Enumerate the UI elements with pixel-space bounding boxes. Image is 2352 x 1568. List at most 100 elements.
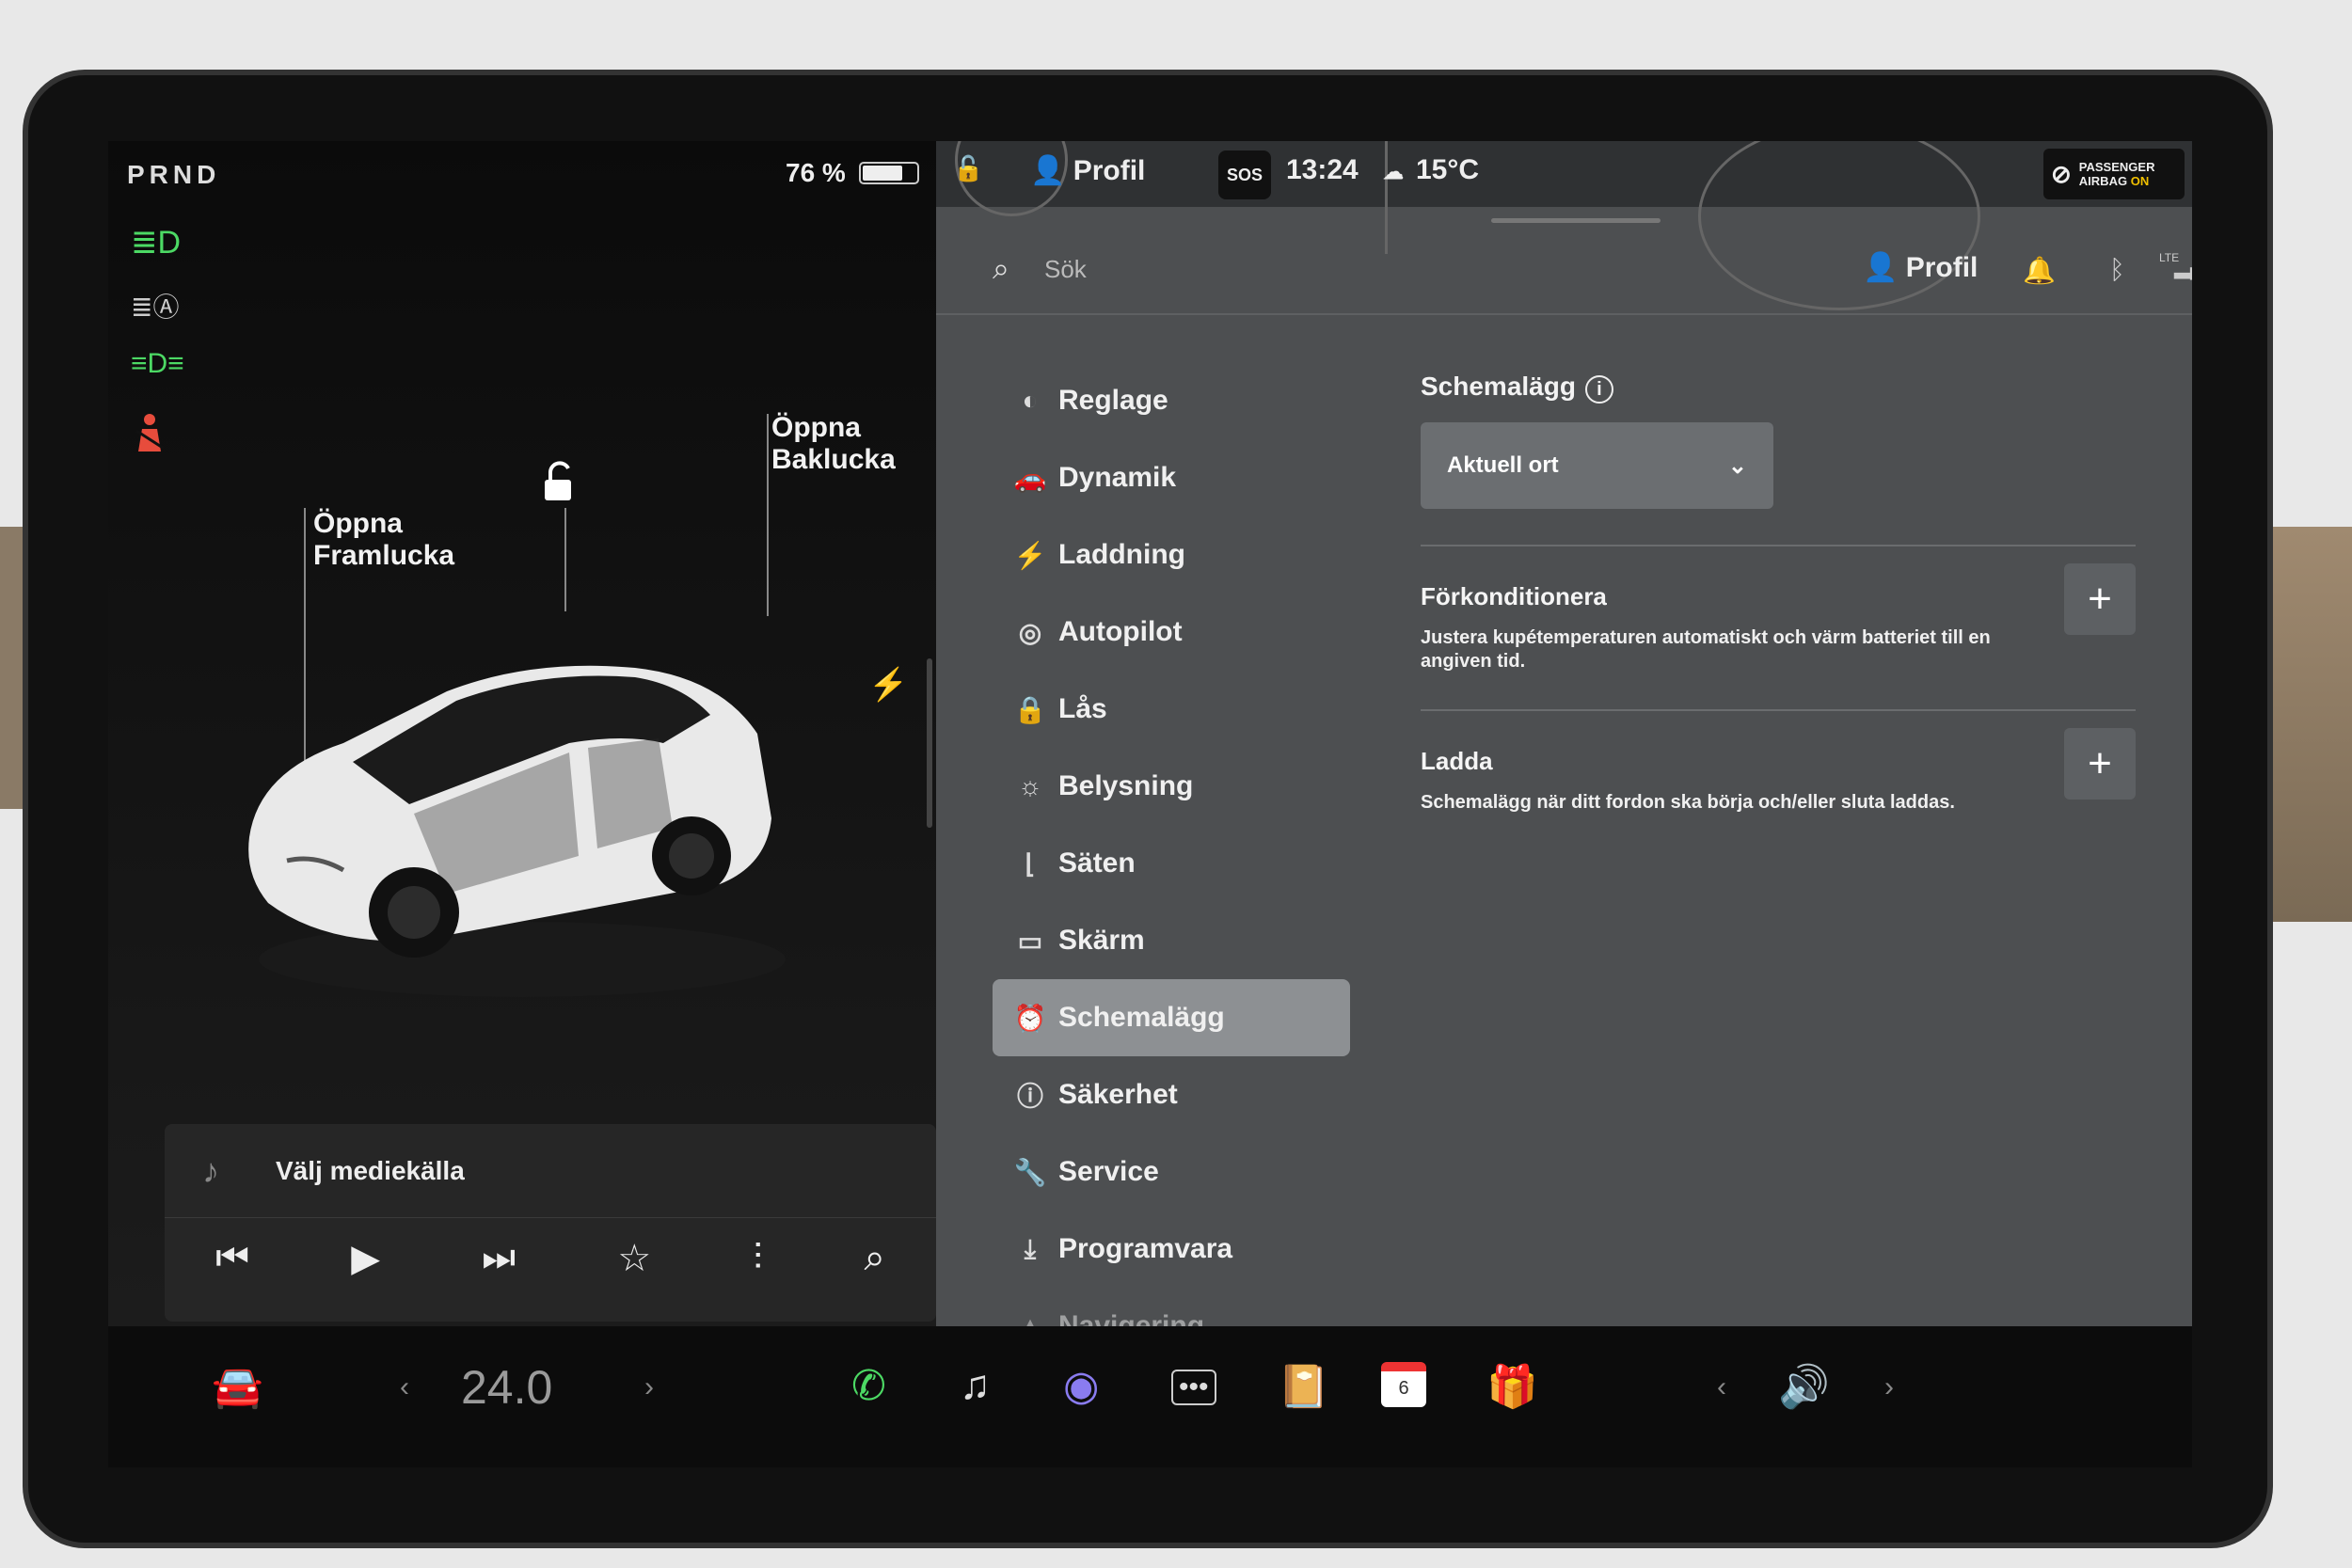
clock: 13:24: [1286, 154, 1359, 185]
alarm-clock-icon: ⏰: [1013, 1003, 1047, 1033]
settings-menu: ◐ Reglage 🚗 Dynamik ⚡ Laddning ◎ Autopilot 🔒 Lås ☼…: [993, 362, 1350, 1365]
menu-item-label: Programvara: [1058, 1233, 1233, 1264]
toybox-icon[interactable]: 🎁: [1486, 1362, 1538, 1411]
schedule-content: Schemalägg i Aktuell ort ⌄ Förkonditioner…: [1421, 372, 2136, 815]
favorite-star-icon[interactable]: ☆: [617, 1237, 651, 1280]
menu-item-label: Säkerhet: [1058, 1079, 1178, 1110]
gear-indicator: PRND: [127, 160, 221, 189]
download-icon: ⤓: [1024, 1233, 1037, 1263]
airbag-icon: ⊘: [2051, 159, 2072, 188]
outside-temperature: 15°C: [1416, 154, 1480, 185]
menu-item-label: Schemalägg: [1058, 1002, 1225, 1033]
touchscreen: PRND 76 % ≣D ≣Ⓐ ≡D≡ Öppna Framlucka Öppn…: [108, 141, 2192, 1467]
drawer-handle[interactable]: [1491, 218, 1661, 223]
media-source-label: Välj mediekälla: [276, 1155, 465, 1185]
weather-icon: ☁: [1383, 160, 1404, 183]
schedule-title: Schemalägg i: [1421, 372, 2136, 404]
bell-icon[interactable]: 🔔: [2023, 255, 2056, 286]
manual-icon[interactable]: 📔: [1278, 1362, 1329, 1411]
cabin-temperature[interactable]: 24.0: [461, 1360, 552, 1415]
add-charge-schedule-button[interactable]: +: [2064, 728, 2136, 800]
music-note-icon: ♪: [202, 1150, 219, 1190]
info-icon[interactable]: i: [1584, 375, 1613, 404]
media-source-row[interactable]: ♪ Välj mediekälla: [165, 1124, 936, 1218]
sun-icon: ☼: [1018, 771, 1042, 800]
temp-down-chevron-icon[interactable]: ‹: [400, 1371, 409, 1403]
menu-item-service[interactable]: 🔧 Service: [993, 1133, 1350, 1211]
menu-item-label: Reglage: [1058, 385, 1168, 416]
menu-item-dynamik[interactable]: 🚗 Dynamik: [993, 439, 1350, 516]
menu-item-programvara[interactable]: ⤓ Programvara: [993, 1211, 1350, 1288]
signal-icon: ▂▄▆: [2174, 255, 2192, 278]
passenger-airbag-status: ⊘ PASSENGER AIRBAG ON: [2043, 149, 2185, 199]
menu-item-skärm[interactable]: ▭ Skärm: [993, 902, 1350, 979]
steering-wheel-icon: ◎: [1018, 617, 1042, 647]
phone-icon[interactable]: ✆: [851, 1362, 886, 1410]
media-player: ♪ Välj mediekälla ⏮ ▶ ⏭ ☆ ⫶ ⌕: [165, 1124, 936, 1322]
play-icon[interactable]: ▶: [351, 1237, 380, 1280]
charge-option: Ladda Schemalägg när ditt fordon ska bör…: [1421, 728, 2136, 815]
menu-item-säkerhet[interactable]: ⓘ Säkerhet: [993, 1056, 1350, 1133]
car-model-image: [248, 665, 786, 997]
open-frunk-label[interactable]: Öppna Framlucka: [313, 508, 454, 572]
search-input[interactable]: [1044, 255, 1327, 284]
temp-up-chevron-icon[interactable]: ›: [644, 1371, 654, 1403]
more-apps-icon[interactable]: •••: [1171, 1370, 1216, 1405]
vehicle-pane: PRND 76 % ≣D ≣Ⓐ ≡D≡ Öppna Framlucka Öppn…: [108, 141, 936, 1344]
battery-icon: [858, 162, 919, 184]
lock-icon: 🔒: [1013, 694, 1047, 724]
menu-item-lås[interactable]: 🔒 Lås: [993, 671, 1350, 748]
location-select[interactable]: Aktuell ort ⌄: [1421, 422, 1773, 509]
bottom-bar: 🚘 ‹ 24.0 › ✆ ♫ ◉ ••• 📔 6 🎁 ‹ 🔊 ›: [108, 1326, 2192, 1467]
menu-item-label: Skärm: [1058, 925, 1145, 956]
menu-item-autopilot[interactable]: ◎ Autopilot: [993, 594, 1350, 671]
unlock-icon[interactable]: [539, 461, 580, 514]
menu-item-label: Laddning: [1058, 539, 1185, 570]
menu-item-label: Service: [1058, 1156, 1159, 1187]
battery-percent: 76 %: [786, 158, 846, 187]
precondition-option: Förkonditionera Justera kupétemperaturen…: [1421, 563, 2136, 673]
menu-item-schemalägg[interactable]: ⏰ Schemalägg: [993, 979, 1350, 1056]
music-icon[interactable]: ♫: [960, 1362, 991, 1409]
bluetooth-icon[interactable]: ᛒ: [2109, 255, 2125, 285]
topbar-profile[interactable]: 👤 Profil: [1030, 154, 1145, 187]
charge-port-icon[interactable]: ⚡: [868, 666, 908, 704]
menu-item-reglage[interactable]: ◐ Reglage: [993, 362, 1350, 439]
wrench-icon: 🔧: [1013, 1157, 1047, 1187]
alert-circle-icon: ⓘ: [1016, 1082, 1043, 1111]
volume-down-chevron-icon[interactable]: ‹: [1717, 1371, 1726, 1403]
toggle-icon: ◐: [1022, 386, 1039, 415]
pane-resize-handle[interactable]: [927, 658, 932, 828]
battery-fill: [862, 166, 903, 181]
previous-track-icon[interactable]: ⏮: [215, 1237, 249, 1280]
equalizer-icon[interactable]: ⫶: [753, 1237, 762, 1280]
car-icon[interactable]: 🚘: [212, 1362, 263, 1411]
chevron-down-icon: ⌄: [1727, 452, 1747, 479]
menu-item-label: Dynamik: [1058, 462, 1177, 493]
seat-icon: ⌊: [1025, 848, 1036, 879]
add-precondition-button[interactable]: +: [2064, 563, 2136, 635]
media-search-icon[interactable]: ⌕: [864, 1237, 884, 1280]
battery-status: 76 %: [786, 158, 919, 188]
menu-item-laddning[interactable]: ⚡ Laddning: [993, 516, 1350, 594]
car-icon: 🚗: [1013, 463, 1047, 493]
camera-icon[interactable]: ◉: [1063, 1362, 1099, 1410]
search-icon: ⌕: [993, 251, 1009, 285]
parking-lights-icon: ≡D≡: [131, 348, 184, 379]
open-trunk-label[interactable]: Öppna Baklucka: [771, 412, 896, 476]
lock-status-icon[interactable]: 🔓: [953, 154, 983, 183]
calendar-icon[interactable]: 6: [1381, 1362, 1426, 1407]
auto-high-beam-icon: ≣Ⓐ: [131, 293, 180, 322]
menu-item-säten[interactable]: ⌊ Säten: [993, 825, 1350, 902]
status-bar: 🔓 👤 Profil SOS 13:24 ☁ 15°C ⊘ PASSENGER A…: [936, 141, 2192, 310]
menu-item-label: Säten: [1058, 847, 1136, 879]
volume-icon[interactable]: 🔊: [1778, 1362, 1830, 1411]
seatbelt-warning-icon: [131, 412, 168, 462]
sos-button[interactable]: SOS: [1218, 150, 1271, 199]
settings-header: ⌕ 👤 Profil 🔔 ᛒ LTE ▂▄▆: [936, 230, 2192, 315]
volume-up-chevron-icon[interactable]: ›: [1884, 1371, 1894, 1403]
next-track-icon[interactable]: ⏭: [482, 1237, 516, 1280]
menu-item-belysning[interactable]: ☼ Belysning: [993, 748, 1350, 825]
menu-item-label: Lås: [1058, 693, 1107, 724]
header-profile-button[interactable]: 👤 Profil: [1863, 251, 1978, 284]
